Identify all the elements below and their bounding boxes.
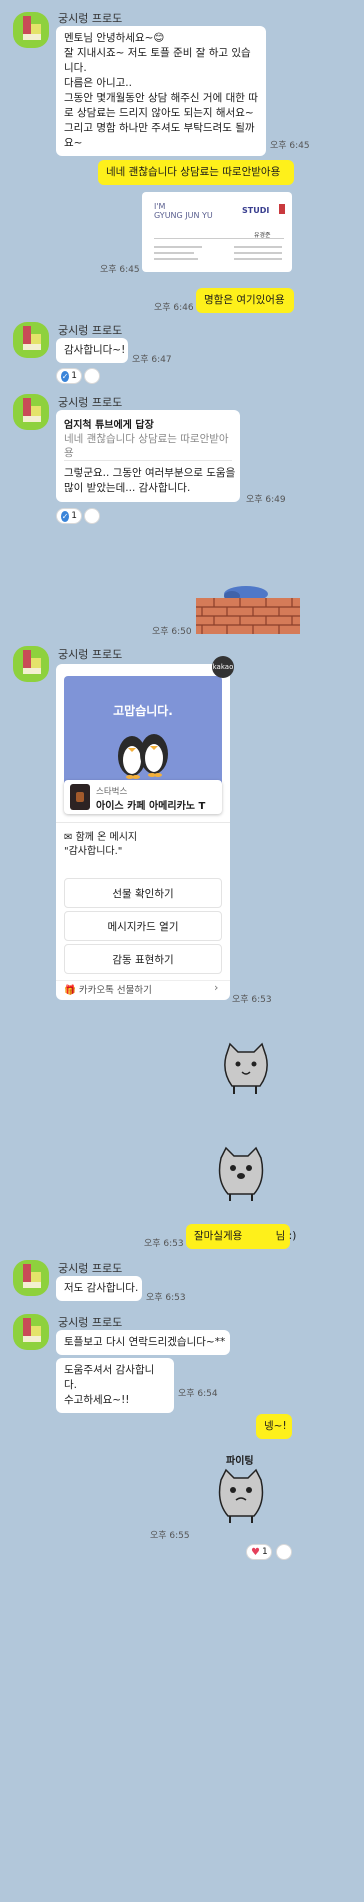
reply-message-bubble[interactable]: 엄지척 튜브에게 답장 네네 괜찮습니다 상담료는 따로안받아용 그렇군요.. … xyxy=(56,410,240,502)
gift-product: 스타벅스 아이스 카페 아메리카노 T xyxy=(64,780,222,814)
check-icon: ✓ xyxy=(61,510,70,522)
cat-sticker[interactable] xyxy=(220,1042,272,1096)
avatar[interactable] xyxy=(13,394,49,430)
message-time: 오후 6:53 xyxy=(146,1293,186,1303)
penguins-icon xyxy=(118,734,168,779)
gift-icon: 🎁 xyxy=(64,985,76,996)
add-reaction-icon[interactable] xyxy=(84,508,100,524)
avatar[interactable] xyxy=(13,12,49,48)
add-reaction-icon[interactable] xyxy=(276,1544,292,1560)
sender-name: 궁시렁 프로도 xyxy=(58,1262,123,1275)
sender-name: 궁시렁 프로도 xyxy=(58,12,123,25)
message-time: 오후 6:47 xyxy=(132,355,172,365)
reaction-badge[interactable]: ♥ 1 xyxy=(246,1544,272,1560)
gift-message-text: "감사합니다." xyxy=(64,846,123,857)
kakao-badge: kakao xyxy=(212,656,234,678)
gift-message-label: ✉ 함께 온 메시지 xyxy=(64,832,138,843)
reply-text: 그렇군요.. 그동안 여러부분으로 도움을 많이 받았는데... 감사합니다. xyxy=(64,467,236,494)
cat-sticker[interactable] xyxy=(216,1468,266,1524)
card-korean-name: 유경준 xyxy=(254,232,271,239)
my-message-bubble[interactable]: 잘마실게용 님 :) xyxy=(186,1224,296,1249)
avatar[interactable] xyxy=(13,1314,49,1350)
express-thanks-button[interactable]: 감동 표현하기 xyxy=(64,944,222,974)
coffee-cup-icon xyxy=(70,784,90,810)
sender-name: 궁시렁 프로도 xyxy=(58,396,123,409)
my-message-bubble[interactable]: 넹~! xyxy=(256,1414,292,1439)
brick-wall-sticker[interactable] xyxy=(196,584,300,634)
sender-name: 궁시렁 프로도 xyxy=(58,1316,123,1329)
gift-confirm-button[interactable]: 선물 확인하기 xyxy=(64,878,222,908)
my-message-bubble[interactable]: 네네 괜찮습니다 상담료는 따로안받아용 xyxy=(98,160,294,185)
message-time: 오후 6:55 xyxy=(150,1531,190,1541)
avatar[interactable] xyxy=(13,1260,49,1296)
business-card-image[interactable]: I'M GYUNG JUN YU STUDI 유경준 xyxy=(142,192,292,272)
message-bubble[interactable]: 도움주셔서 감사합니다. 수고하세요~!! xyxy=(56,1358,174,1413)
message-bubble[interactable]: 멘토님 안녕하세요~😊 잘 지내시죠~ 저도 토플 준비 잘 하고 있습니다. … xyxy=(56,26,266,156)
check-icon: ✓ xyxy=(61,370,70,382)
message-card-button[interactable]: 메시지카드 열기 xyxy=(64,911,222,941)
message-time: 오후 6:50 xyxy=(152,627,192,637)
chevron-right-icon: › xyxy=(214,981,219,994)
reply-header: 엄지척 튜브에게 답장 xyxy=(64,420,154,431)
reaction-badge[interactable]: ✓ 1 xyxy=(56,508,82,524)
gift-banner-text: 고맙습니다. xyxy=(113,704,173,718)
card-title: I'M GYUNG JUN YU xyxy=(154,202,213,220)
message-time: 오후 6:45 xyxy=(100,265,140,275)
cat-sticker[interactable] xyxy=(216,1146,266,1202)
message-time: 오후 6:46 xyxy=(154,303,194,313)
message-time: 오후 6:54 xyxy=(178,1389,218,1399)
my-message-bubble[interactable]: 명함은 여기있어용 xyxy=(196,288,294,313)
message-bubble[interactable]: 저도 감사합니다. xyxy=(56,1276,142,1301)
add-reaction-icon[interactable] xyxy=(84,368,100,384)
message-time: 오후 6:49 xyxy=(246,495,286,505)
card-logo-mark xyxy=(279,204,285,214)
card-logo: STUDI xyxy=(242,206,270,215)
gift-brand: 스타벅스 xyxy=(96,787,128,797)
sender-name: 궁시렁 프로도 xyxy=(58,324,123,337)
sender-name: 궁시렁 프로도 xyxy=(58,648,123,661)
gift-product-name: 아이스 카페 아메리카노 T xyxy=(96,801,206,812)
message-bubble[interactable]: 감사합니다~! xyxy=(56,338,128,363)
heart-icon: ♥ xyxy=(251,1546,260,1558)
message-time: 오후 6:53 xyxy=(232,995,272,1005)
reaction-badge[interactable]: ✓ 1 xyxy=(56,368,82,384)
avatar[interactable] xyxy=(13,646,49,682)
brick-wall-icon xyxy=(196,586,300,634)
gift-footer[interactable]: 🎁 카카오톡 선물하기 xyxy=(64,982,152,996)
reply-quote: 네네 괜찮습니다 상담료는 따로안받아용 xyxy=(64,433,229,459)
avatar[interactable] xyxy=(13,322,49,358)
message-bubble[interactable]: 토플보고 다시 연락드리겠습니다~** xyxy=(56,1330,230,1355)
sticker-caption: 파이팅 xyxy=(226,1456,254,1467)
message-time: 오후 6:45 xyxy=(270,141,310,151)
message-time: 오후 6:53 xyxy=(144,1239,184,1249)
